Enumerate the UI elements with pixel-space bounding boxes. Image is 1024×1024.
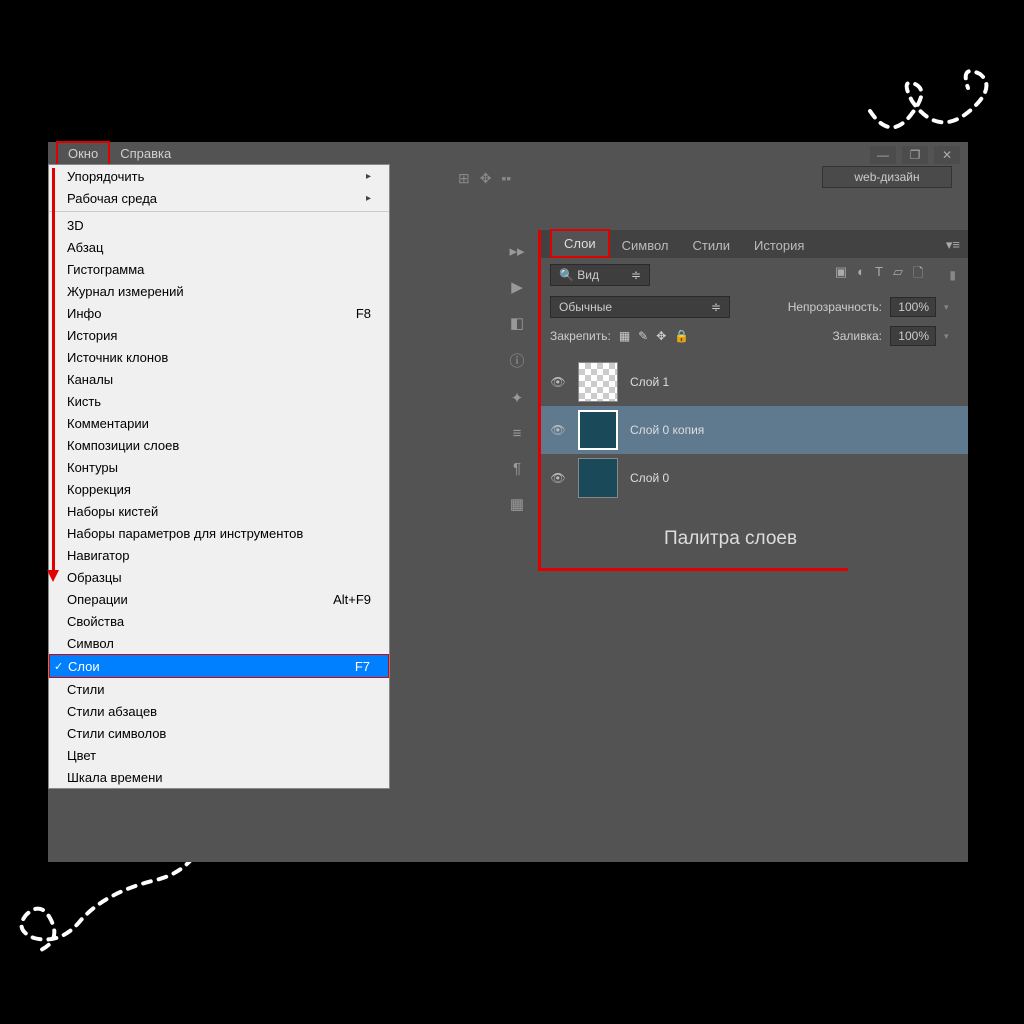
menu-clone-source[interactable]: Источник клонов — [49, 346, 389, 368]
menu-arrange[interactable]: Упорядочить — [49, 165, 389, 187]
layer-row[interactable]: 👁 Слой 0 — [538, 454, 968, 502]
tab-history[interactable]: История — [742, 233, 816, 258]
tab-layers[interactable]: Слои — [550, 229, 610, 258]
info-icon[interactable]: ⓘ — [509, 350, 524, 371]
lock-all-icon[interactable]: 🔒 — [674, 329, 689, 343]
visibility-icon[interactable]: 👁 — [550, 375, 566, 389]
brush-icon[interactable]: ≡ — [513, 425, 522, 442]
brushes-icon[interactable]: ✦ — [511, 389, 524, 407]
swatches-icon[interactable]: ▦ — [510, 495, 524, 513]
layer-filter-dropdown[interactable]: 🔍 Вид≑ — [550, 264, 650, 286]
annotation-arrow-head — [47, 570, 59, 582]
move-icon[interactable]: ✥ — [480, 170, 492, 187]
menu-3d[interactable]: 3D — [49, 214, 389, 236]
shortcut: Alt+F9 — [333, 592, 371, 607]
menu-info[interactable]: ИнфоF8 — [49, 302, 389, 324]
menu-paths[interactable]: Контуры — [49, 456, 389, 478]
collapsed-panel-dock: ▸▸ ▶ ◧ ⓘ ✦ ≡ ¶ ▦ — [498, 232, 536, 513]
maximize-button[interactable]: ❐ — [902, 146, 928, 164]
menu-color[interactable]: Цвет — [49, 744, 389, 766]
menu-channels[interactable]: Каналы — [49, 368, 389, 390]
layer-row[interactable]: 👁 Слой 0 копия — [538, 406, 968, 454]
layers-list: 👁 Слой 1 👁 Слой 0 копия 👁 Слой 0 — [538, 350, 968, 502]
annotation-line — [538, 568, 848, 571]
layers-panel: Слои Символ Стили История ▾≡ 🔍 Вид≑ ▣ ◐ … — [538, 230, 968, 715]
menu-paragraph-styles[interactable]: Стили абзацев — [49, 700, 389, 722]
filter-type-icon[interactable]: T — [875, 264, 883, 286]
minimize-button[interactable]: — — [870, 146, 896, 164]
menu-brush-presets[interactable]: Наборы кистей — [49, 500, 389, 522]
filter-toggle[interactable]: ▮ — [949, 268, 956, 282]
paragraph-icon[interactable]: ¶ — [513, 460, 521, 477]
workspace-label: web-дизайн — [854, 170, 919, 184]
menu-actions[interactable]: ОперацииAlt+F9 — [49, 588, 389, 610]
menu-measurement-log[interactable]: Журнал измерений — [49, 280, 389, 302]
menu-layer-comps[interactable]: Композиции слоев — [49, 434, 389, 456]
annotation-label: Палитра слоев — [664, 528, 797, 550]
menu-tool-presets[interactable]: Наборы параметров для инструментов — [49, 522, 389, 544]
align-icon[interactable]: ⊞ — [458, 170, 470, 187]
shortcut: F7 — [355, 659, 370, 674]
layer-row[interactable]: 👁 Слой 1 — [538, 358, 968, 406]
menu-swatches[interactable]: Образцы — [49, 566, 389, 588]
annotation-arrow — [52, 168, 55, 576]
menu-properties[interactable]: Свойства — [49, 610, 389, 632]
tab-styles[interactable]: Стили — [681, 233, 742, 258]
workspace-switcher[interactable]: web-дизайн — [822, 166, 952, 188]
menu-paragraph[interactable]: Абзац — [49, 236, 389, 258]
opacity-input[interactable]: 100% — [890, 297, 936, 317]
opacity-label: Непрозрачность: — [788, 300, 882, 314]
visibility-icon[interactable]: 👁 — [550, 423, 566, 437]
menu-notes[interactable]: Комментарии — [49, 412, 389, 434]
blend-mode-dropdown[interactable]: Обычные≑ — [550, 296, 730, 318]
menu-styles[interactable]: Стили — [49, 678, 389, 700]
filter-pixel-icon[interactable]: ▣ — [835, 264, 847, 286]
menu-layers[interactable]: СлоиF7 — [49, 654, 389, 678]
menubar: Окно Справка — [48, 142, 968, 164]
filter-smart-icon[interactable]: 🗋 — [913, 264, 923, 286]
shortcut: F8 — [356, 306, 371, 321]
layer-thumbnail[interactable] — [578, 362, 618, 402]
menu-timeline[interactable]: Шкала времени — [49, 766, 389, 788]
expand-icon[interactable]: ▸▸ — [509, 242, 524, 260]
lock-position-icon[interactable]: ✥ — [656, 329, 666, 343]
menu-help[interactable]: Справка — [110, 143, 181, 164]
layer-name[interactable]: Слой 0 копия — [630, 423, 704, 437]
annotation-line — [538, 230, 541, 570]
close-button[interactable]: ✕ — [934, 146, 960, 164]
menu-navigator[interactable]: Навигатор — [49, 544, 389, 566]
filter-label: Вид — [577, 268, 599, 282]
tab-character[interactable]: Символ — [610, 233, 681, 258]
lock-pixels-icon[interactable]: ▦ — [619, 329, 630, 343]
menu-histogram[interactable]: Гистограмма — [49, 258, 389, 280]
fill-input[interactable]: 100% — [890, 326, 936, 346]
menu-character-styles[interactable]: Стили символов — [49, 722, 389, 744]
camera-icon[interactable]: ▪▪ — [501, 170, 511, 187]
fill-spinner[interactable]: ▾ — [944, 331, 956, 342]
menu-adjustments[interactable]: Коррекция — [49, 478, 389, 500]
opacity-spinner[interactable]: ▾ — [944, 302, 956, 313]
lock-label: Закрепить: — [550, 329, 611, 343]
lock-brush-icon[interactable]: ✎ — [638, 329, 648, 343]
menu-workspace[interactable]: Рабочая среда — [49, 187, 389, 209]
panel-menu-icon[interactable]: ▾≡ — [938, 232, 968, 258]
fill-label: Заливка: — [832, 329, 882, 343]
history-icon[interactable]: ◧ — [510, 314, 524, 332]
menu-window[interactable]: Окно — [56, 141, 110, 166]
panel-tabs: Слои Символ Стили История ▾≡ — [538, 230, 968, 258]
app-window: Окно Справка — ❐ ✕ ⊞ ✥ ▪▪ web-дизайн Упо… — [48, 142, 968, 862]
layer-name[interactable]: Слой 0 — [630, 471, 669, 485]
layer-name[interactable]: Слой 1 — [630, 375, 669, 389]
filter-shape-icon[interactable]: ▱ — [893, 264, 903, 286]
visibility-icon[interactable]: 👁 — [550, 471, 566, 485]
layer-thumbnail[interactable] — [578, 410, 618, 450]
menu-character[interactable]: Символ — [49, 632, 389, 654]
menu-brush[interactable]: Кисть — [49, 390, 389, 412]
window-menu-dropdown: Упорядочить Рабочая среда 3D Абзац Гисто… — [48, 164, 390, 789]
filter-adjust-icon[interactable]: ◐ — [857, 264, 865, 286]
menu-history[interactable]: История — [49, 324, 389, 346]
play-icon[interactable]: ▶ — [511, 278, 523, 296]
layer-thumbnail[interactable] — [578, 458, 618, 498]
